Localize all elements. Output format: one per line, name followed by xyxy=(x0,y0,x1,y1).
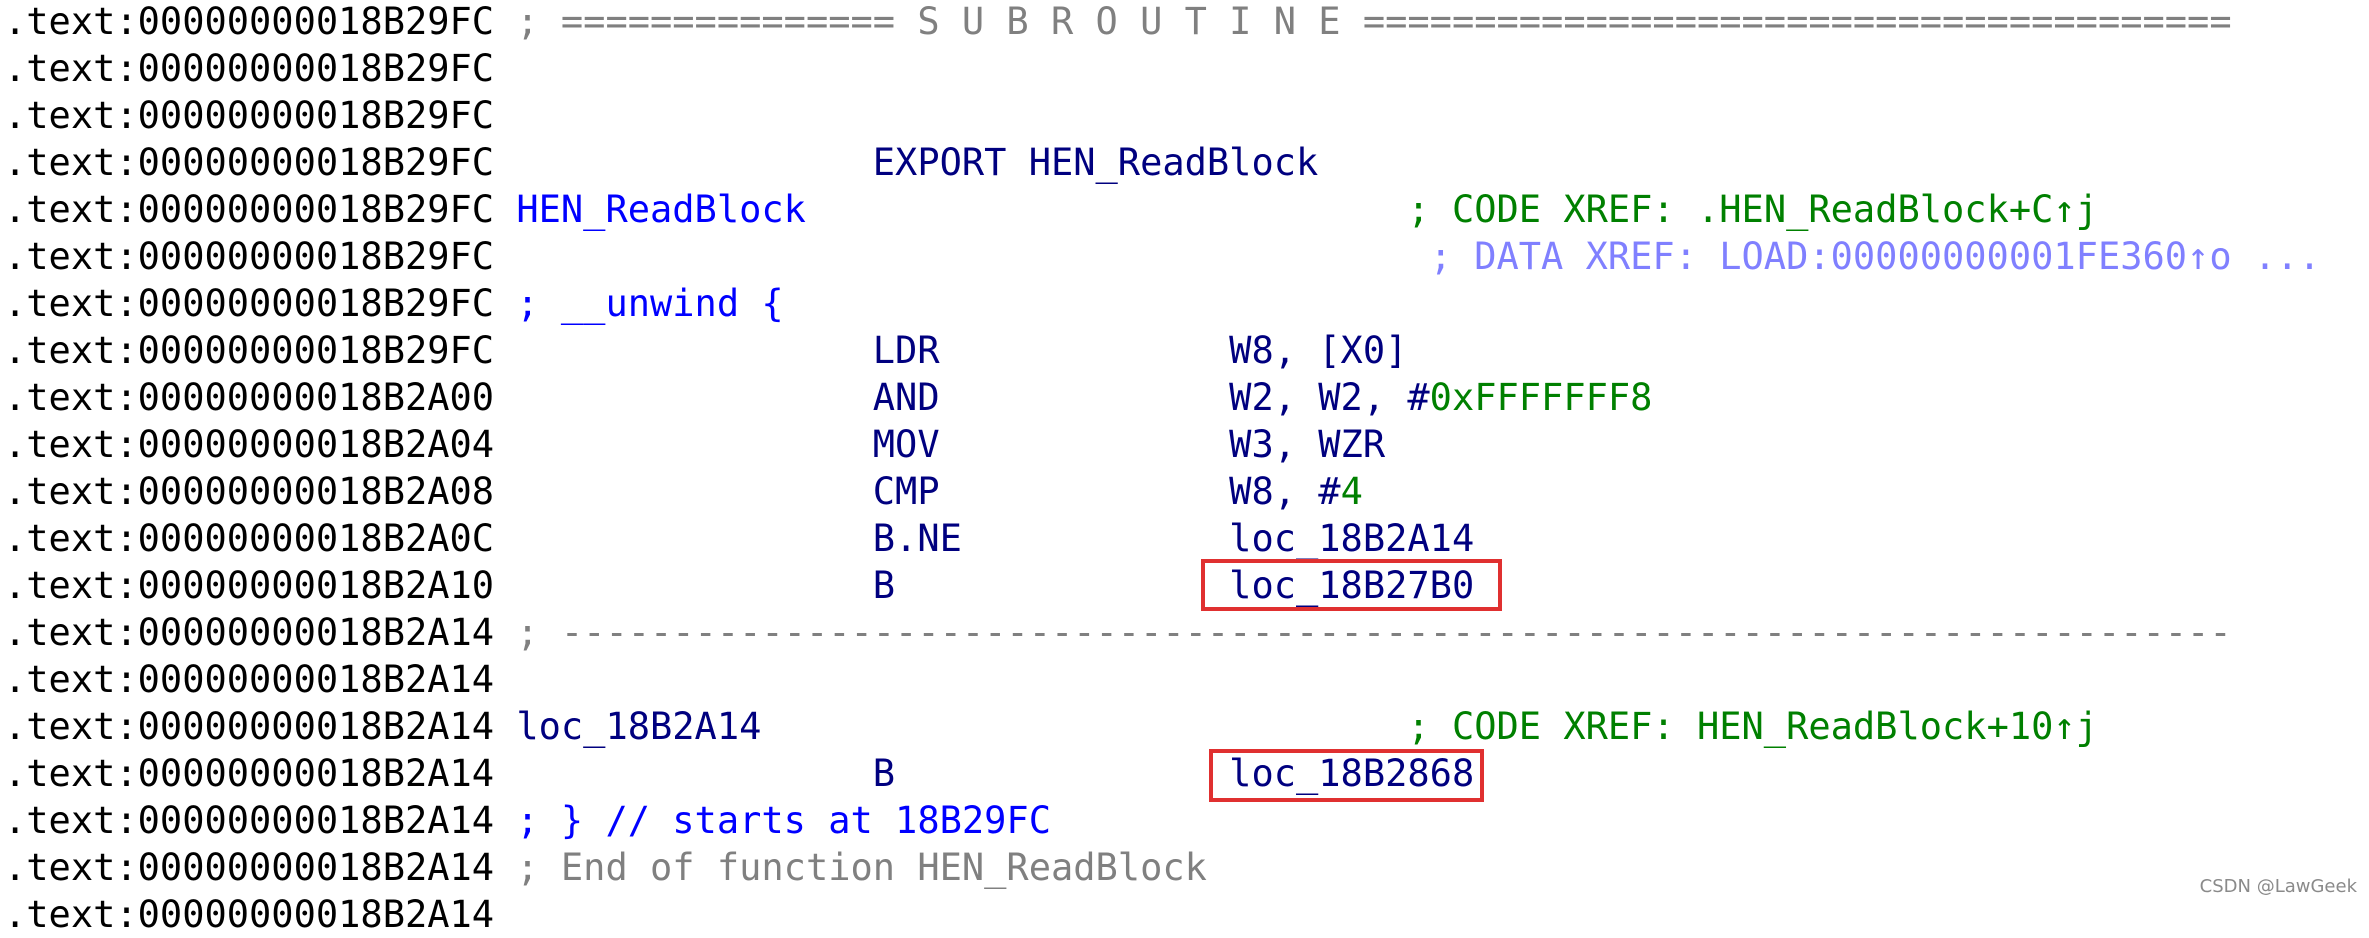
listing-ins: AND W2, W2, # xyxy=(494,376,1430,419)
listing-line[interactable]: .text:00000000018B2A10 B loc_18B27B0 xyxy=(4,562,2321,609)
listing-addr: .text:00000000018B2A14 xyxy=(4,658,495,701)
listing-addr: .text:00000000018B2A14 xyxy=(4,846,495,889)
listing-cmt: ; CODE XREF: HEN_ReadBlock+10↑j xyxy=(761,705,2098,748)
listing-line[interactable]: .text:00000000018B2A14 ; } // starts at … xyxy=(4,797,2321,844)
listing-num: 0xFFFFFFF8 xyxy=(1429,376,1653,419)
listing-ins: LDR W8, [X0] xyxy=(494,329,1408,372)
listing-addr: .text:00000000018B2A00 xyxy=(4,376,495,419)
listing-addr: .text:00000000018B2A14 xyxy=(4,752,495,795)
listing-ins: B.NE loc_18B2A14 xyxy=(494,517,1475,560)
listing-addr: .text:00000000018B29FC xyxy=(4,141,495,184)
highlight-box-loc-18b27b0 xyxy=(1201,559,1502,611)
listing-line[interactable]: .text:00000000018B2A14 xyxy=(4,891,2321,938)
listing-addr: .text:00000000018B29FC xyxy=(4,329,495,372)
listing-addr: .text:00000000018B2A0C xyxy=(4,517,495,560)
listing-sep: ; =============== S U B R O U T I N E ==… xyxy=(494,0,2232,43)
listing-line[interactable]: .text:00000000018B2A14 ; ---------------… xyxy=(4,609,2321,656)
listing-line[interactable]: .text:00000000018B29FC LDR W8, [X0] xyxy=(4,327,2321,374)
listing-addr: .text:00000000018B29FC xyxy=(4,188,495,231)
listing-addr: .text:00000000018B2A14 xyxy=(4,705,495,748)
listing-line[interactable]: .text:00000000018B29FC xyxy=(4,45,2321,92)
listing-addr: .text:00000000018B2A04 xyxy=(4,423,495,466)
listing-addr: .text:00000000018B2A14 xyxy=(4,799,495,842)
listing-ins: CMP W8, # xyxy=(494,470,1341,513)
listing-addr: .text:00000000018B2A10 xyxy=(4,564,495,607)
listing-op[interactable]: loc_18B2A14 xyxy=(494,705,761,748)
listing-line[interactable]: .text:00000000018B2A14 loc_18B2A14 ; COD… xyxy=(4,703,2321,750)
listing-addr: .text:00000000018B2A14 xyxy=(4,611,495,654)
listing-addr: .text:00000000018B29FC xyxy=(4,0,495,43)
listing-line[interactable]: .text:00000000018B2A0C B.NE loc_18B2A14 xyxy=(4,515,2321,562)
listing-sep: ; --------------------------------------… xyxy=(494,611,2232,654)
listing-name[interactable]: HEN_ReadBlock xyxy=(494,188,806,231)
listing-line[interactable]: .text:00000000018B29FC xyxy=(4,92,2321,139)
listing-line[interactable]: .text:00000000018B29FC HEN_ReadBlock ; C… xyxy=(4,186,2321,233)
listing-num: 4 xyxy=(1340,470,1363,513)
disassembly-listing[interactable]: .text:00000000018B29FC ; ===============… xyxy=(4,0,2321,938)
listing-line[interactable]: .text:00000000018B29FC ; __unwind { xyxy=(4,280,2321,327)
watermark: CSDN @LawGeek xyxy=(2199,876,2357,897)
listing-addr: .text:00000000018B29FC xyxy=(4,282,495,325)
listing-addr: .text:00000000018B29FC xyxy=(4,47,495,90)
listing-addr: .text:00000000018B2A14 xyxy=(4,893,495,936)
listing-unw: ; } // starts at 18B29FC xyxy=(494,799,1051,842)
listing-cmt2: ; DATA XREF: LOAD:00000000001FE360↑o ... xyxy=(494,235,2321,278)
listing-addr: .text:00000000018B2A08 xyxy=(4,470,495,513)
listing-line[interactable]: .text:00000000018B2A14 ; End of function… xyxy=(4,844,2321,891)
listing-ins: MOV W3, WZR xyxy=(494,423,1386,466)
listing-unw: ; __unwind { xyxy=(494,282,784,325)
listing-cmt: ; CODE XREF: .HEN_ReadBlock+C↑j xyxy=(805,188,2098,231)
listing-line[interactable]: .text:00000000018B2A00 AND W2, W2, #0xFF… xyxy=(4,374,2321,421)
highlight-box-loc-18b2868 xyxy=(1209,749,1484,802)
listing-line[interactable]: .text:00000000018B2A08 CMP W8, #4 xyxy=(4,468,2321,515)
listing-end: ; End of function HEN_ReadBlock xyxy=(494,846,1207,889)
listing-line[interactable]: .text:00000000018B2A14 xyxy=(4,656,2321,703)
listing-line[interactable]: .text:00000000018B2A14 B loc_18B2868 xyxy=(4,750,2321,797)
listing-line[interactable]: .text:00000000018B29FC EXPORT HEN_ReadBl… xyxy=(4,139,2321,186)
listing-ins: EXPORT HEN_ReadBlock xyxy=(494,141,1319,184)
listing-line[interactable]: .text:00000000018B29FC ; DATA XREF: LOAD… xyxy=(4,233,2321,280)
listing-line[interactable]: .text:00000000018B2A04 MOV W3, WZR xyxy=(4,421,2321,468)
listing-line[interactable]: .text:00000000018B29FC ; ===============… xyxy=(4,0,2321,45)
listing-addr: .text:00000000018B29FC xyxy=(4,235,495,278)
listing-addr: .text:00000000018B29FC xyxy=(4,94,495,137)
